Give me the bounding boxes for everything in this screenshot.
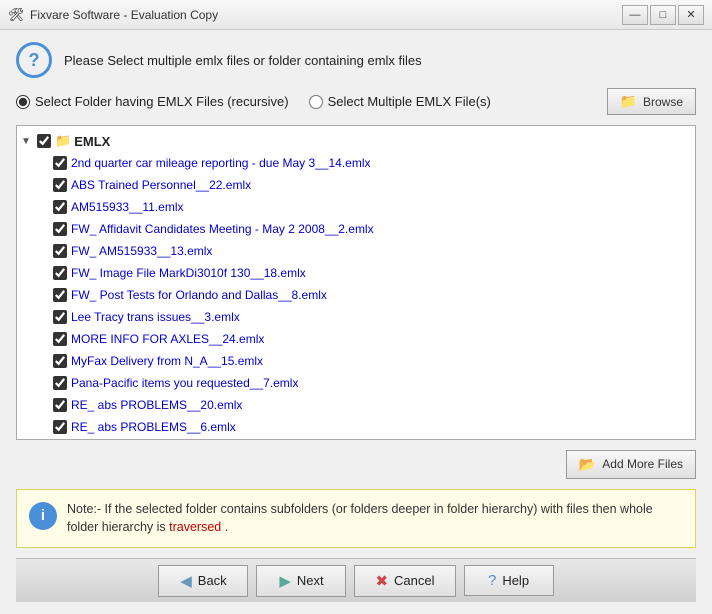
file-checkbox[interactable] bbox=[53, 156, 67, 170]
help-label: Help bbox=[502, 573, 529, 588]
tree-file-node[interactable]: FW_ Post Tests for Orlando and Dallas__8… bbox=[17, 284, 695, 306]
tree-file-node[interactable]: MORE INFO FOR AXLES__24.emlx bbox=[17, 328, 695, 350]
file-label: FW_ AM515933__13.emlx bbox=[71, 244, 212, 258]
next-button[interactable]: ▶ Next bbox=[256, 565, 346, 597]
cancel-button[interactable]: ✖ Cancel bbox=[354, 565, 455, 597]
file-checkbox[interactable] bbox=[53, 244, 67, 258]
app-icon: 🛠 bbox=[8, 7, 24, 23]
next-icon: ▶ bbox=[279, 572, 291, 590]
file-checkbox[interactable] bbox=[53, 200, 67, 214]
file-checkbox[interactable] bbox=[53, 376, 67, 390]
cancel-icon: ✖ bbox=[375, 572, 388, 590]
file-label: FW_ Post Tests for Orlando and Dallas__8… bbox=[71, 288, 327, 302]
file-label: MORE INFO FOR AXLES__24.emlx bbox=[71, 332, 264, 346]
note-text-after: . bbox=[225, 520, 228, 534]
file-label: Pana-Pacific items you requested__7.emlx bbox=[71, 376, 298, 390]
file-checkbox[interactable] bbox=[53, 222, 67, 236]
next-label: Next bbox=[297, 573, 324, 588]
cancel-label: Cancel bbox=[394, 573, 434, 588]
tree-file-node[interactable]: FW_ Affidavit Candidates Meeting - May 2… bbox=[17, 218, 695, 240]
browse-button[interactable]: 📁 Browse bbox=[607, 88, 696, 115]
browse-label: Browse bbox=[643, 95, 683, 109]
add-more-row: 📂 Add More Files bbox=[16, 450, 696, 479]
back-label: Back bbox=[198, 573, 227, 588]
file-label: 2nd quarter car mileage reporting - due … bbox=[71, 156, 371, 170]
file-checkbox[interactable] bbox=[53, 288, 67, 302]
back-button[interactable]: ◀ Back bbox=[158, 565, 248, 597]
tree-file-node[interactable]: AM515933__11.emlx bbox=[17, 196, 695, 218]
file-label: FW_ Affidavit Candidates Meeting - May 2… bbox=[71, 222, 374, 236]
note-text: Note:- If the selected folder contains s… bbox=[67, 500, 683, 538]
tree-file-node[interactable]: RE_ abs PROBLEMS__9.emlx bbox=[17, 438, 695, 440]
add-more-icon: 📂 bbox=[579, 456, 596, 473]
tree-file-node[interactable]: RE_ abs PROBLEMS__6.emlx bbox=[17, 416, 695, 438]
help-icon: ? bbox=[488, 572, 496, 589]
add-more-label: Add More Files bbox=[602, 457, 683, 471]
window-title: Fixvare Software - Evaluation Copy bbox=[30, 8, 622, 22]
close-button[interactable]: ✕ bbox=[678, 5, 704, 25]
header-instruction: Please Select multiple emlx files or fol… bbox=[64, 53, 422, 68]
help-button[interactable]: ? Help bbox=[464, 565, 554, 596]
minimize-button[interactable]: — bbox=[622, 5, 648, 25]
tree-file-node[interactable]: 2nd quarter car mileage reporting - due … bbox=[17, 152, 695, 174]
expand-icon[interactable]: ▼ bbox=[21, 136, 37, 147]
tree-root-node[interactable]: ▼ 📁 EMLX bbox=[17, 130, 695, 152]
root-folder-icon: 📁 bbox=[55, 133, 71, 149]
tree-file-node[interactable]: MyFax Delivery from N_A__15.emlx bbox=[17, 350, 695, 372]
radio-folder-option[interactable]: Select Folder having EMLX Files (recursi… bbox=[16, 94, 289, 109]
tree-file-node[interactable]: FW_ AM515933__13.emlx bbox=[17, 240, 695, 262]
radio-folder-input[interactable] bbox=[16, 95, 30, 109]
file-checkbox[interactable] bbox=[53, 332, 67, 346]
note-highlight: traversed bbox=[169, 520, 221, 534]
window-controls: — □ ✕ bbox=[622, 5, 704, 25]
back-icon: ◀ bbox=[180, 572, 192, 590]
tree-file-node[interactable]: Pana-Pacific items you requested__7.emlx bbox=[17, 372, 695, 394]
radio-folder-label: Select Folder having EMLX Files (recursi… bbox=[35, 94, 289, 109]
note-panel: i Note:- If the selected folder contains… bbox=[16, 489, 696, 549]
file-checkbox[interactable] bbox=[53, 310, 67, 324]
root-label: EMLX bbox=[74, 134, 110, 149]
add-more-files-button[interactable]: 📂 Add More Files bbox=[566, 450, 696, 479]
browse-folder-icon: 📁 bbox=[620, 93, 637, 110]
file-checkbox[interactable] bbox=[53, 266, 67, 280]
file-list-panel[interactable]: ▼ 📁 EMLX 2nd quarter car mileage reporti… bbox=[16, 125, 696, 440]
file-label: RE_ abs PROBLEMS__6.emlx bbox=[71, 420, 236, 434]
tree-file-node[interactable]: RE_ abs PROBLEMS__20.emlx bbox=[17, 394, 695, 416]
tree-root: ▼ 📁 EMLX 2nd quarter car mileage reporti… bbox=[17, 126, 695, 440]
nav-bar: ◀ Back ▶ Next ✖ Cancel ? Help bbox=[16, 558, 696, 602]
radio-files-label: Select Multiple EMLX File(s) bbox=[328, 94, 491, 109]
file-label: AM515933__11.emlx bbox=[71, 200, 184, 214]
tree-file-node[interactable]: FW_ Image File MarkDi3010f 130__18.emlx bbox=[17, 262, 695, 284]
maximize-button[interactable]: □ bbox=[650, 5, 676, 25]
file-checkbox[interactable] bbox=[53, 420, 67, 434]
question-icon: ? bbox=[16, 42, 52, 78]
file-checkbox[interactable] bbox=[53, 354, 67, 368]
file-children: 2nd quarter car mileage reporting - due … bbox=[17, 152, 695, 440]
note-info-icon: i bbox=[29, 502, 57, 530]
file-label: FW_ Image File MarkDi3010f 130__18.emlx bbox=[71, 266, 306, 280]
window-body: ? Please Select multiple emlx files or f… bbox=[0, 30, 712, 614]
radio-files-option[interactable]: Select Multiple EMLX File(s) bbox=[309, 94, 491, 109]
file-label: ABS Trained Personnel__22.emlx bbox=[71, 178, 251, 192]
file-label: RE_ abs PROBLEMS__20.emlx bbox=[71, 398, 242, 412]
radio-row: Select Folder having EMLX Files (recursi… bbox=[16, 88, 696, 115]
root-checkbox[interactable] bbox=[37, 134, 51, 148]
header-row: ? Please Select multiple emlx files or f… bbox=[16, 42, 696, 78]
title-bar: 🛠 Fixvare Software - Evaluation Copy — □… bbox=[0, 0, 712, 30]
note-text-before: Note:- If the selected folder contains s… bbox=[67, 502, 653, 535]
tree-file-node[interactable]: ABS Trained Personnel__22.emlx bbox=[17, 174, 695, 196]
file-checkbox[interactable] bbox=[53, 398, 67, 412]
file-label: Lee Tracy trans issues__3.emlx bbox=[71, 310, 240, 324]
file-label: MyFax Delivery from N_A__15.emlx bbox=[71, 354, 263, 368]
tree-file-node[interactable]: Lee Tracy trans issues__3.emlx bbox=[17, 306, 695, 328]
file-checkbox[interactable] bbox=[53, 178, 67, 192]
radio-files-input[interactable] bbox=[309, 95, 323, 109]
